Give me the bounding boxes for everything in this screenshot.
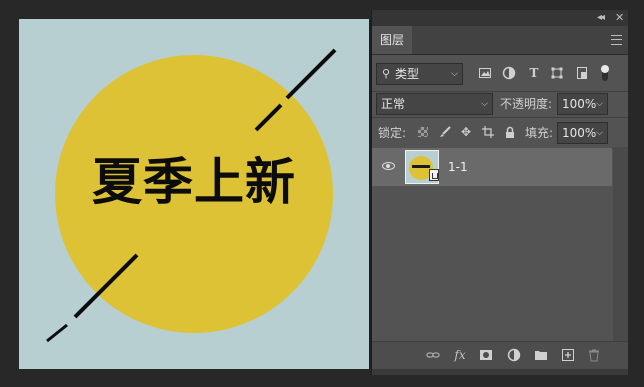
visibility-eye-icon[interactable] (382, 162, 395, 170)
close-panel-icon[interactable]: ✕ (615, 10, 624, 26)
document-canvas[interactable]: 夏季上新 (19, 19, 369, 369)
adjustment-layer-icon[interactable] (507, 348, 521, 362)
type-filter-icon[interactable]: T (527, 66, 541, 80)
headline-text: 夏季上新 (92, 153, 296, 211)
chevron-down-icon: ⌵ (451, 69, 458, 79)
blend-mode-dropdown[interactable]: 正常 ⌵ (376, 93, 493, 115)
lock-transparency-icon[interactable] (418, 127, 428, 137)
filter-row: ⚲ 类型 ⌵ T (372, 55, 628, 92)
opacity-label: 不透明度: (500, 97, 553, 111)
panel-menu-icon[interactable] (611, 35, 622, 45)
add-mask-icon[interactable] (479, 348, 493, 362)
lock-position-move-icon[interactable]: ✥ (460, 126, 472, 138)
opacity-value: 100% (562, 97, 597, 111)
filter-toggle-switch[interactable] (601, 65, 609, 81)
layers-scrollbar[interactable] (613, 147, 628, 342)
chevron-down-icon: ⌵ (481, 99, 488, 109)
layer-name[interactable]: 1-1 (448, 148, 468, 186)
image-filter-icon[interactable] (478, 66, 492, 80)
new-layer-icon[interactable] (561, 348, 575, 362)
diagonal-stroke-top-long (285, 48, 337, 100)
layer-row[interactable]: 1-1 (372, 148, 612, 186)
fill-value: 100% (562, 126, 597, 140)
thumbnail-text (412, 165, 430, 168)
group-folder-icon[interactable] (534, 348, 548, 362)
tab-layers[interactable]: 图层 (372, 26, 412, 54)
filter-kind-dropdown[interactable]: ⚲ 类型 ⌵ (376, 63, 463, 85)
panel-resize-grip[interactable] (372, 369, 628, 375)
blend-row: 正常 ⌵ 不透明度: 100% ⌵ (372, 91, 628, 117)
chevron-down-icon[interactable]: ⌵ (596, 94, 603, 114)
lock-all-padlock-icon[interactable] (504, 126, 516, 138)
search-icon: ⚲ (382, 67, 391, 80)
layers-panel: ◂◂ ✕ 图层 ⚲ 类型 ⌵ T 正常 ⌵ 不透明度: 100% ⌵ 锁定: ✥… (372, 10, 628, 375)
lock-label: 锁定: (378, 126, 407, 140)
workspace-edge (628, 10, 644, 375)
fill-label: 填充: (525, 126, 554, 140)
fill-field[interactable]: 100% ⌵ (557, 122, 608, 144)
lock-row: 锁定: ✥ 填充: 100% ⌵ (372, 117, 628, 149)
trash-icon[interactable] (587, 348, 601, 362)
panel-footer: fx (372, 341, 628, 370)
collapse-panel-icon[interactable]: ◂◂ (597, 10, 605, 26)
chevron-down-icon[interactable]: ⌵ (596, 123, 603, 143)
opacity-field[interactable]: 100% ⌵ (557, 93, 608, 115)
lock-pixels-brush-icon[interactable] (439, 126, 451, 138)
link-layers-icon[interactable] (426, 348, 440, 362)
diagonal-stroke-bottom-short (46, 323, 68, 343)
smart-object-badge-icon (429, 169, 439, 181)
panel-tabbar: 图层 (372, 26, 628, 55)
fx-icon[interactable]: fx (453, 348, 467, 362)
adjustment-filter-icon[interactable] (502, 66, 516, 80)
smart-object-filter-icon[interactable] (575, 66, 589, 80)
blend-mode-value: 正常 (381, 97, 406, 111)
shape-filter-icon[interactable] (550, 66, 564, 80)
lock-artboard-crop-icon[interactable] (482, 126, 494, 138)
panel-title-bar[interactable]: ◂◂ ✕ (372, 10, 628, 26)
